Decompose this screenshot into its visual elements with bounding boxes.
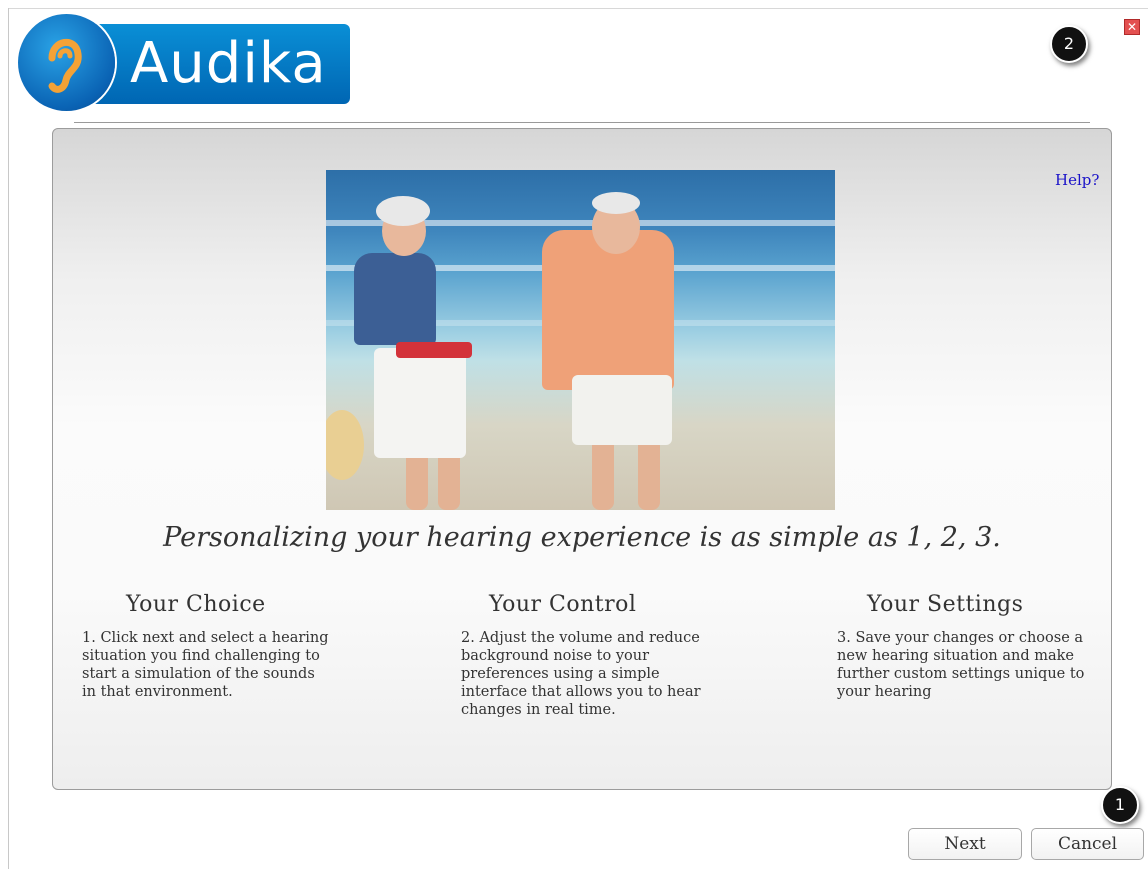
logo-wordmark: Audika xyxy=(130,31,327,96)
step-control: Your Control 2. Adjust the volume and re… xyxy=(461,592,721,719)
audika-logo: Audika xyxy=(18,14,350,111)
step-title: Your Control xyxy=(489,592,637,617)
help-link[interactable]: Help? xyxy=(1055,171,1099,189)
photo-leg xyxy=(592,438,614,510)
photo-woman-belt xyxy=(396,342,472,358)
step-title: Your Settings xyxy=(867,592,1024,617)
step-description: 2. Adjust the volume and reduce backgrou… xyxy=(461,630,701,718)
step-badge-2: 2 xyxy=(1050,25,1088,63)
step-description: 3. Save your changes or choose a new hea… xyxy=(837,630,1085,700)
photo-man-shorts xyxy=(572,375,672,445)
hero-photo xyxy=(326,170,835,510)
photo-man-shirt xyxy=(542,230,674,390)
header-divider xyxy=(74,122,1090,123)
window-top-border xyxy=(8,8,1148,9)
photo-woman-shorts xyxy=(374,348,466,458)
step-choice: Your Choice 1. Click next and select a h… xyxy=(82,592,332,701)
next-button[interactable]: Next xyxy=(908,828,1022,860)
cancel-button[interactable]: Cancel xyxy=(1031,828,1144,860)
step-title: Your Choice xyxy=(126,592,266,617)
close-icon[interactable]: ✕ xyxy=(1124,19,1140,35)
photo-woman-shirt xyxy=(354,253,436,345)
headline: Personalizing your hearing experience is… xyxy=(163,522,1001,553)
step-settings: Your Settings 3. Save your changes or ch… xyxy=(837,592,1087,701)
photo-hat xyxy=(326,410,364,480)
photo-leg xyxy=(438,450,460,510)
photo-leg xyxy=(638,438,660,510)
window-left-border xyxy=(8,8,9,869)
ear-icon xyxy=(48,39,82,93)
step-description: 1. Click next and select a hearing situa… xyxy=(82,630,329,700)
photo-leg xyxy=(406,450,428,510)
photo-man-hair xyxy=(592,192,640,214)
photo-woman-hair xyxy=(376,196,430,226)
step-badge-1: 1 xyxy=(1101,786,1139,824)
